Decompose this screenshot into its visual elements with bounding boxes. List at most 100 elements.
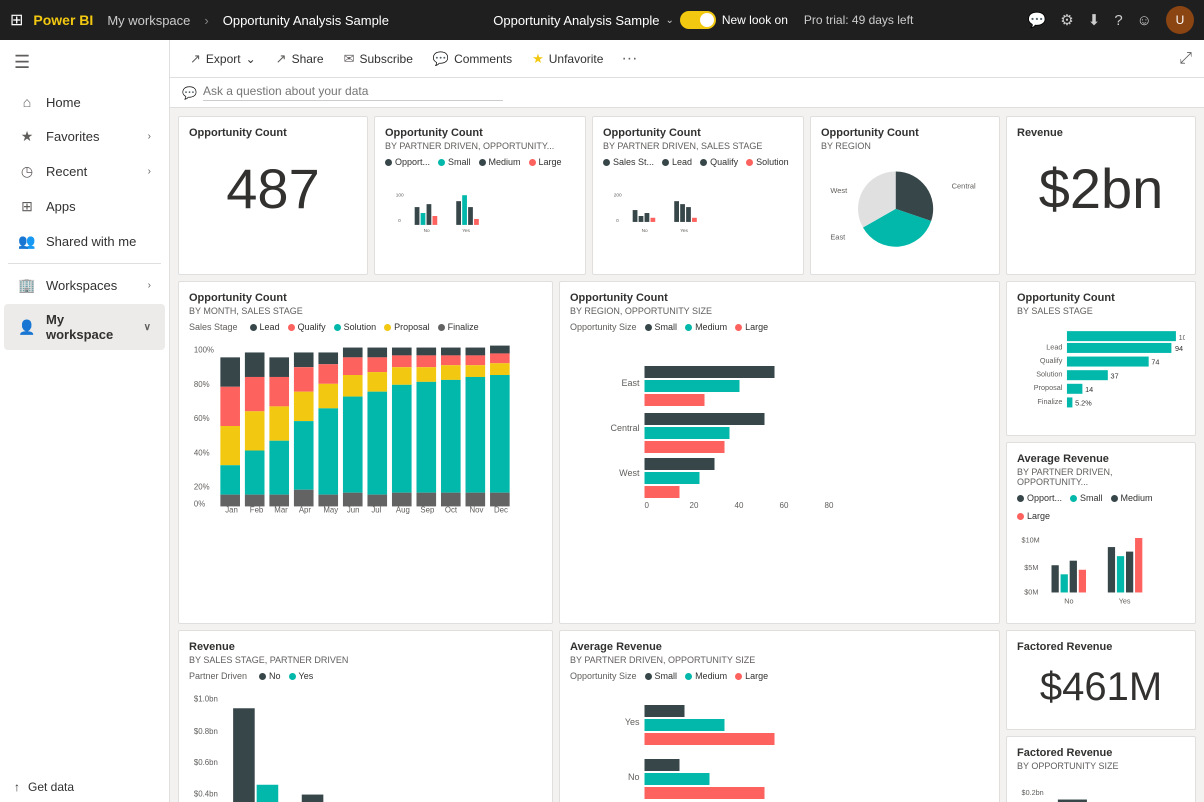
card-opp-month: Opportunity Count BY MONTH, SALES STAGE … [178, 281, 553, 624]
subscribe-button[interactable]: ✉ Subscribe [336, 47, 421, 71]
favorites-chevron: › [148, 131, 151, 142]
sidebar-item-shared[interactable]: 👥 Shared with me [4, 225, 165, 258]
rev-sales-chart: $1.0bn $0.8bn $0.6bn $0.4bn $0.2bn $0.0b… [189, 685, 542, 802]
svg-text:37: 37 [1111, 371, 1119, 380]
help-icon[interactable]: ? [1114, 12, 1122, 29]
svg-text:100%: 100% [194, 345, 214, 354]
svg-text:Central: Central [610, 423, 639, 433]
rsl2 [685, 324, 692, 331]
opp-region-size-subtitle: BY REGION, OPPORTUNITY SIZE [570, 306, 989, 316]
opp-partner-subtitle: BY PARTNER DRIVEN, OPPORTUNITY... [385, 141, 575, 151]
opp-partner-chart: 100 0 No Yes [385, 171, 575, 261]
workspace-breadcrumb[interactable]: My workspace [107, 13, 190, 28]
sidebar-item-recent[interactable]: ◷ Recent › [4, 155, 165, 188]
export-label: Export [206, 52, 241, 66]
svg-text:40%: 40% [194, 448, 210, 457]
sidebar-workspaces-label: Workspaces [46, 278, 138, 293]
avg-rev-partner-legend: Opportunity Size Small Medium Large [570, 671, 989, 681]
card-opp-sales-stage: Opportunity Count BY SALES STAGE 100% Le… [1006, 281, 1196, 436]
opp-sales-subtitle: BY PARTNER DRIVEN, SALES STAGE [603, 141, 793, 151]
share-label: Share [292, 52, 324, 66]
shared-icon: 👥 [18, 233, 36, 250]
opp-month-subtitle: BY MONTH, SALES STAGE [189, 306, 542, 316]
qa-icon: 💬 [182, 86, 197, 100]
comment-icon[interactable]: 💬 [1028, 11, 1047, 29]
svg-text:100: 100 [396, 192, 404, 198]
opp-partner-legend: Opport... Small Medium Large [385, 157, 575, 167]
rsl1 [645, 324, 652, 331]
opp-ss-chart: 100% Lead 94 Qualify 74 Solution [1017, 322, 1185, 422]
sidebar-item-my-workspace[interactable]: 👤 My workspace ∨ [4, 304, 165, 350]
settings-icon[interactable]: ⚙ [1060, 11, 1073, 29]
svg-text:20: 20 [690, 501, 699, 510]
sidebar-item-apps[interactable]: ⊞ Apps [4, 190, 165, 223]
report-title-center: Opportunity Analysis Sample [493, 13, 659, 28]
more-options-button[interactable]: ··· [615, 46, 643, 72]
svg-text:Finalize: Finalize [1037, 397, 1062, 406]
svg-text:$10M: $10M [1022, 536, 1040, 545]
svg-text:$1.0bn: $1.0bn [194, 694, 218, 703]
new-look-label: New look on [722, 13, 788, 27]
qa-input[interactable] [203, 84, 503, 101]
sidebar-collapse-button[interactable]: ☰ [0, 40, 169, 85]
ml2 [288, 324, 295, 331]
export-button[interactable]: ↗ Export ⌄ [182, 47, 264, 71]
share-button[interactable]: ↗ Share [268, 47, 332, 71]
svg-text:Qualify: Qualify [1040, 356, 1063, 365]
report-title-chevron[interactable]: ⌄ [665, 15, 673, 26]
card-opp-region-size: Opportunity Count BY REGION, OPPORTUNITY… [559, 281, 1000, 624]
sidebar-item-favorites[interactable]: ★ Favorites › [4, 120, 165, 153]
card-opportunity-count: Opportunity Count 487 [178, 116, 368, 275]
arpl1 [645, 673, 652, 680]
trial-label: Pro trial: 49 days left [804, 13, 913, 27]
emoji-icon[interactable]: ☺ [1137, 12, 1152, 29]
sidebar-recent-label: Recent [46, 164, 138, 179]
right-col-row2: Opportunity Count BY SALES STAGE 100% Le… [1006, 281, 1196, 624]
revenue-title: Revenue [1017, 127, 1185, 139]
opp-ss-title: Opportunity Count [1017, 292, 1185, 304]
svg-text:Solution: Solution [1036, 370, 1062, 379]
svg-text:5.2%: 5.2% [1075, 399, 1092, 408]
avatar[interactable]: U [1166, 6, 1194, 34]
revenue-value: $2bn [1017, 141, 1185, 237]
right-col-row3: Factored Revenue $461M Factored Revenue … [1006, 630, 1196, 802]
sidebar-divider-1 [8, 263, 161, 264]
svg-text:0%: 0% [194, 499, 205, 508]
factored-rev-size-subtitle: BY OPPORTUNITY SIZE [1017, 761, 1185, 771]
sidebar-item-workspaces[interactable]: 🏢 Workspaces › [4, 269, 165, 302]
new-look-toggle[interactable]: New look on [680, 11, 788, 29]
svg-text:80%: 80% [194, 380, 210, 389]
topbar-center: Opportunity Analysis Sample ⌄ New look o… [399, 11, 1008, 29]
opp-region-title: Opportunity Count [821, 127, 989, 139]
svg-text:Central: Central [952, 181, 976, 190]
unfavorite-button[interactable]: ★ Unfavorite [524, 47, 611, 71]
toggle-pill[interactable] [680, 11, 716, 29]
sidebar-item-home[interactable]: ⌂ Home [4, 86, 165, 118]
avg-rev-partner-title: Average Revenue [570, 641, 989, 653]
ld4 [746, 159, 753, 166]
report-breadcrumb: Opportunity Analysis Sample [223, 13, 389, 28]
svg-text:Yes: Yes [680, 228, 688, 234]
card-factored-revenue-size: Factored Revenue BY OPPORTUNITY SIZE $0.… [1006, 736, 1196, 802]
recent-icon: ◷ [18, 163, 36, 180]
sidebar-spacer [0, 351, 169, 772]
sidebar-favorites-label: Favorites [46, 129, 138, 144]
comments-button[interactable]: 💬 Comments [425, 47, 520, 71]
svg-text:Oct: Oct [445, 505, 458, 514]
sidebar: ☰ ⌂ Home ★ Favorites › ◷ Recent › ⊞ Apps… [0, 40, 170, 802]
opp-region-pie: Central East West [821, 157, 989, 257]
download-icon[interactable]: ⬇ [1088, 11, 1101, 29]
legend-dot-small [438, 159, 445, 166]
arpl2 [685, 673, 692, 680]
favorites-icon: ★ [18, 128, 36, 145]
svg-text:0: 0 [398, 218, 401, 224]
rev-sales-title: Revenue [189, 641, 542, 653]
expand-button[interactable]: ⤢ [1179, 50, 1192, 68]
svg-text:14: 14 [1085, 385, 1093, 394]
svg-text:60: 60 [780, 501, 789, 510]
card-revenue-sales: Revenue BY SALES STAGE, PARTNER DRIVEN P… [178, 630, 553, 802]
grid-menu-icon[interactable]: ⊞ [10, 10, 23, 30]
sidebar-get-data[interactable]: ↑ Get data [0, 772, 169, 802]
card-revenue-main: Revenue $2bn [1006, 116, 1196, 275]
svg-text:$0M: $0M [1024, 587, 1038, 596]
